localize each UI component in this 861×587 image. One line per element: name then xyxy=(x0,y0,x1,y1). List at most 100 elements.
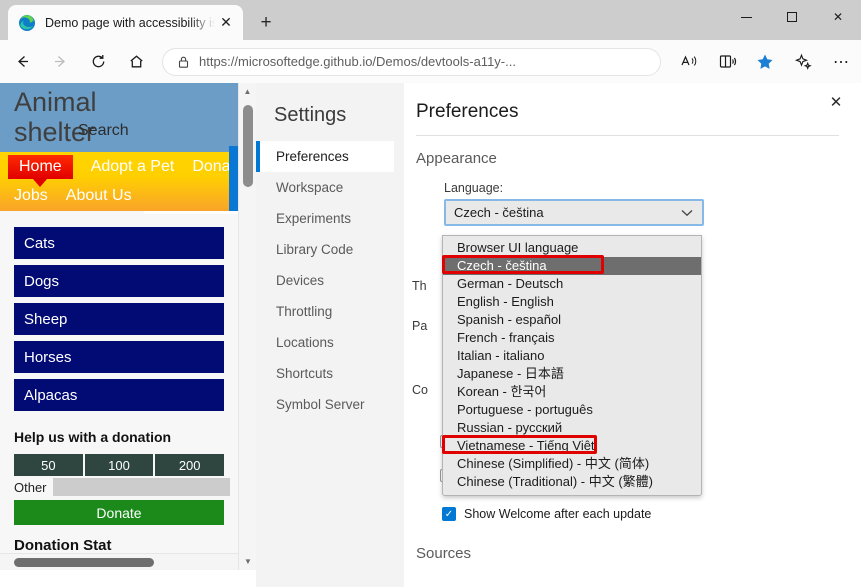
donation-other-label: Other xyxy=(14,479,47,495)
browser-toolbar: https://microsoftedge.github.io/Demos/de… xyxy=(0,40,861,83)
checkmark-icon[interactable]: ✓ xyxy=(442,507,456,521)
settings-heading: Settings xyxy=(274,104,347,126)
language-dropdown-list[interactable]: Browser UI language Czech - čeština Germ… xyxy=(442,235,702,496)
language-option-italian[interactable]: Italian - italiano xyxy=(443,347,701,365)
copilot-sparkle-icon[interactable] xyxy=(787,46,819,78)
demo-page: Animal shelter Search Home Adopt a Pet D… xyxy=(0,83,238,570)
donation-heading: Help us with a donation xyxy=(14,429,172,445)
nav-item-jobs[interactable]: Jobs xyxy=(14,187,48,205)
language-option-chinese-simplified[interactable]: Chinese (Simplified) - 中文 (简体) xyxy=(443,455,701,473)
language-option-korean[interactable]: Korean - 한국어 xyxy=(443,383,701,401)
language-option-browser-ui[interactable]: Browser UI language xyxy=(443,239,701,257)
window-close-icon[interactable]: ✕ xyxy=(815,0,861,34)
star-filled-icon[interactable] xyxy=(749,46,781,78)
devtools-settings-dialog: Settings Preferences Workspace Experimen… xyxy=(256,83,861,587)
toolbar-actions: ⋯ xyxy=(667,46,861,78)
nav-row-primary: Home Adopt a Pet Donate xyxy=(0,152,238,187)
language-label: Language: xyxy=(444,181,504,195)
show-welcome-label: Show Welcome after each update xyxy=(464,507,652,521)
refresh-icon[interactable] xyxy=(82,46,114,78)
sidebar-item-locations[interactable]: Locations xyxy=(256,327,394,358)
language-option-chinese-traditional[interactable]: Chinese (Traditional) - 中文 (繁體) xyxy=(443,473,701,491)
search-label: Search xyxy=(78,122,129,139)
language-option-german[interactable]: German - Deutsch xyxy=(443,275,701,293)
vertical-scroll-thumb[interactable] xyxy=(243,105,253,187)
donation-other-input[interactable] xyxy=(52,478,230,496)
nav-item-home[interactable]: Home xyxy=(8,154,73,187)
new-tab-button[interactable]: + xyxy=(252,10,280,36)
language-option-english[interactable]: English - English xyxy=(443,293,701,311)
lock-icon xyxy=(171,55,195,69)
tab-title: Demo page with accessibility issues xyxy=(45,15,215,30)
donation-amount-200[interactable]: 200 xyxy=(155,454,225,476)
section-sources: Sources xyxy=(416,545,472,562)
title-divider xyxy=(416,135,839,136)
window-controls: ✕ xyxy=(723,0,861,34)
sidebar-item-devices[interactable]: Devices xyxy=(256,265,394,296)
page-horizontal-scrollbar[interactable] xyxy=(0,553,238,570)
preferences-panel: ✕ Preferences Appearance Language: Czech… xyxy=(404,83,861,587)
donate-button[interactable]: Donate xyxy=(14,500,224,525)
theme-label-obscured: Th xyxy=(412,279,427,293)
nav-item-about-us[interactable]: About Us xyxy=(66,187,132,205)
horizontal-scroll-thumb[interactable] xyxy=(14,558,154,567)
sidebar-item-experiments[interactable]: Experiments xyxy=(256,203,394,234)
donation-amount-row: 50 100 200 xyxy=(0,454,238,476)
language-option-vietnamese[interactable]: Vietnamese - Tiếng Việt xyxy=(443,437,701,455)
sidebar-item-throttling[interactable]: Throttling xyxy=(256,296,394,327)
language-option-japanese[interactable]: Japanese - 日本語 xyxy=(443,365,701,383)
animal-button-dogs[interactable]: Dogs xyxy=(14,265,224,297)
site-header: Animal shelter Search xyxy=(0,83,238,152)
sidebar-item-shortcuts[interactable]: Shortcuts xyxy=(256,358,394,389)
language-option-russian[interactable]: Russian - русский xyxy=(443,419,701,437)
animal-button-alpacas[interactable]: Alpacas xyxy=(14,379,224,411)
language-select[interactable]: Czech - čeština xyxy=(444,199,704,226)
donation-amount-50[interactable]: 50 xyxy=(14,454,83,476)
animal-button-sheep[interactable]: Sheep xyxy=(14,303,224,335)
chevron-down-icon xyxy=(681,208,693,220)
address-bar-url: https://microsoftedge.github.io/Demos/de… xyxy=(199,54,516,69)
language-option-spanish[interactable]: Spanish - español xyxy=(443,311,701,329)
settings-sidebar: Settings Preferences Workspace Experimen… xyxy=(256,83,404,587)
read-aloud-icon[interactable] xyxy=(673,46,705,78)
sidebar-item-preferences[interactable]: Preferences xyxy=(256,141,394,172)
language-option-portuguese[interactable]: Portuguese - português xyxy=(443,401,701,419)
nav-item-adopt-a-pet[interactable]: Adopt a Pet xyxy=(91,158,175,176)
page-viewport: Animal shelter Search Home Adopt a Pet D… xyxy=(0,83,256,587)
maximize-icon[interactable] xyxy=(769,0,815,34)
color-format-label-obscured: Co xyxy=(412,383,428,397)
back-arrow-icon[interactable] xyxy=(6,46,38,78)
donation-other-row: Other xyxy=(0,476,238,496)
animal-category-list: Cats Dogs Sheep Horses Alpacas xyxy=(0,211,238,411)
page-title: Preferences xyxy=(416,101,519,122)
close-icon[interactable]: ✕ xyxy=(825,91,847,113)
sidebar-item-workspace[interactable]: Workspace xyxy=(256,172,394,203)
ellipsis-icon[interactable]: ⋯ xyxy=(825,46,857,78)
sidebar-item-symbol-server[interactable]: Symbol Server xyxy=(256,389,394,420)
browser-tab[interactable]: Demo page with accessibility issues ✕ xyxy=(8,5,243,40)
language-option-french[interactable]: French - français xyxy=(443,329,701,347)
chevron-up-icon[interactable]: ▲ xyxy=(239,83,256,100)
language-select-value: Czech - čeština xyxy=(454,205,544,220)
sidebar-item-library-code[interactable]: Library Code xyxy=(256,234,394,265)
donation-amount-100[interactable]: 100 xyxy=(84,454,154,476)
animal-button-cats[interactable]: Cats xyxy=(14,227,224,259)
animal-button-horses[interactable]: Horses xyxy=(14,341,224,373)
donation-stats-heading: Donation Stat xyxy=(14,537,112,554)
address-bar[interactable]: https://microsoftedge.github.io/Demos/de… xyxy=(162,47,661,76)
panel-layout-label-obscured: Pa xyxy=(412,319,428,333)
browser-window: Demo page with accessibility issues ✕ + … xyxy=(0,0,861,587)
title-bar: Demo page with accessibility issues ✕ + … xyxy=(0,0,861,40)
chevron-down-icon[interactable]: ▼ xyxy=(239,553,256,570)
tab-close-icon[interactable]: ✕ xyxy=(215,12,237,34)
section-appearance: Appearance xyxy=(416,150,497,167)
minimize-icon[interactable] xyxy=(723,0,769,34)
show-welcome-row[interactable]: ✓ Show Welcome after each update xyxy=(442,507,651,521)
site-nav: Home Adopt a Pet Donate Jobs About Us xyxy=(0,152,238,211)
language-option-czech[interactable]: Czech - čeština xyxy=(443,257,701,275)
home-icon[interactable] xyxy=(120,46,152,78)
page-vertical-scrollbar[interactable]: ▲ ▼ xyxy=(238,83,256,570)
forward-arrow-icon xyxy=(44,46,76,78)
edge-logo-icon xyxy=(18,14,36,32)
immersive-reader-icon[interactable] xyxy=(711,46,743,78)
